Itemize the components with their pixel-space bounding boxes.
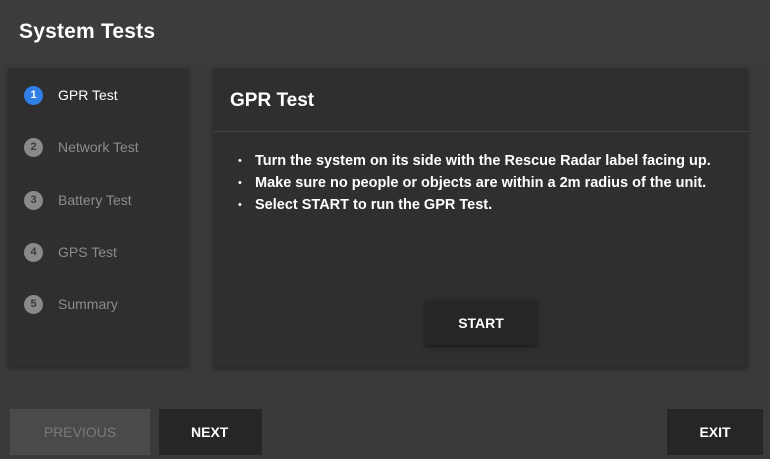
step-gpr-test[interactable]: 1 GPR Test	[24, 84, 118, 106]
step-gps-test[interactable]: 4 GPS Test	[24, 241, 117, 263]
title-bar: System Tests	[0, 0, 770, 62]
instruction-item: Make sure no people or objects are withi…	[237, 173, 732, 193]
start-button[interactable]: START	[425, 300, 537, 345]
step-number-badge: 3	[24, 190, 43, 210]
step-battery-test[interactable]: 3 Battery Test	[24, 189, 132, 211]
step-label: Network Test	[58, 139, 139, 155]
step-number-badge: 4	[24, 242, 43, 262]
next-button[interactable]: NEXT	[159, 409, 262, 455]
panel-divider	[213, 131, 748, 132]
step-label: GPS Test	[58, 244, 117, 260]
steps-sidebar: 1 GPR Test 2 Network Test 3 Battery Test…	[8, 68, 189, 366]
test-panel: GPR Test Turn the system on its side wit…	[213, 68, 748, 367]
previous-button[interactable]: PREVIOUS	[10, 409, 150, 455]
app-title: System Tests	[19, 20, 156, 43]
step-summary[interactable]: 5 Summary	[24, 293, 118, 315]
panel-title: GPR Test	[230, 90, 315, 111]
instructions-list: Turn the system on its side with the Res…	[237, 151, 732, 217]
instruction-item: Select START to run the GPR Test.	[237, 195, 732, 215]
step-number-badge: 1	[24, 85, 43, 105]
step-label: GPR Test	[58, 87, 118, 103]
step-network-test[interactable]: 2 Network Test	[24, 136, 139, 158]
step-number-badge: 2	[24, 137, 43, 157]
step-label: Battery Test	[58, 192, 132, 208]
instruction-item: Turn the system on its side with the Res…	[237, 151, 732, 171]
step-label: Summary	[58, 296, 118, 312]
step-number-badge: 5	[24, 294, 43, 314]
exit-button[interactable]: EXIT	[667, 409, 763, 455]
